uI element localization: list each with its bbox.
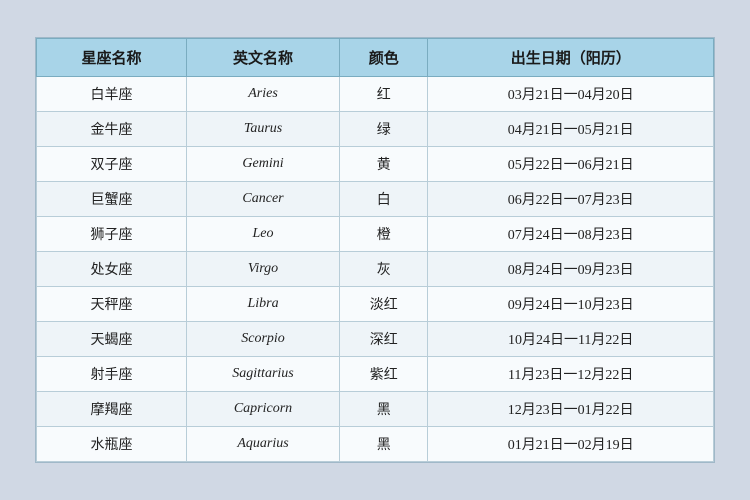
cell-dates: 03月21日一04月20日 bbox=[428, 77, 714, 112]
cell-dates: 09月24日一10月23日 bbox=[428, 287, 714, 322]
table-row: 处女座Virgo灰08月24日一09月23日 bbox=[37, 252, 714, 287]
cell-chinese-name: 天蝎座 bbox=[37, 322, 187, 357]
cell-english-name: Sagittarius bbox=[187, 357, 340, 392]
cell-dates: 04月21日一05月21日 bbox=[428, 112, 714, 147]
cell-english-name: Capricorn bbox=[187, 392, 340, 427]
zodiac-table: 星座名称 英文名称 颜色 出生日期（阳历） 白羊座Aries红03月21日一04… bbox=[36, 38, 714, 462]
cell-english-name: Aquarius bbox=[187, 427, 340, 462]
cell-color: 黑 bbox=[340, 392, 428, 427]
cell-chinese-name: 巨蟹座 bbox=[37, 182, 187, 217]
cell-english-name: Gemini bbox=[187, 147, 340, 182]
table-row: 金牛座Taurus绿04月21日一05月21日 bbox=[37, 112, 714, 147]
header-dates: 出生日期（阳历） bbox=[428, 39, 714, 77]
cell-color: 黄 bbox=[340, 147, 428, 182]
cell-dates: 11月23日一12月22日 bbox=[428, 357, 714, 392]
cell-chinese-name: 天秤座 bbox=[37, 287, 187, 322]
cell-color: 淡红 bbox=[340, 287, 428, 322]
cell-color: 紫红 bbox=[340, 357, 428, 392]
table-row: 狮子座Leo橙07月24日一08月23日 bbox=[37, 217, 714, 252]
header-english-name: 英文名称 bbox=[187, 39, 340, 77]
cell-dates: 12月23日一01月22日 bbox=[428, 392, 714, 427]
cell-english-name: Libra bbox=[187, 287, 340, 322]
cell-english-name: Virgo bbox=[187, 252, 340, 287]
cell-color: 灰 bbox=[340, 252, 428, 287]
cell-dates: 01月21日一02月19日 bbox=[428, 427, 714, 462]
table-row: 巨蟹座Cancer白06月22日一07月23日 bbox=[37, 182, 714, 217]
cell-chinese-name: 狮子座 bbox=[37, 217, 187, 252]
table-row: 天秤座Libra淡红09月24日一10月23日 bbox=[37, 287, 714, 322]
cell-chinese-name: 摩羯座 bbox=[37, 392, 187, 427]
table-row: 白羊座Aries红03月21日一04月20日 bbox=[37, 77, 714, 112]
cell-english-name: Leo bbox=[187, 217, 340, 252]
cell-color: 橙 bbox=[340, 217, 428, 252]
cell-chinese-name: 金牛座 bbox=[37, 112, 187, 147]
table-body: 白羊座Aries红03月21日一04月20日金牛座Taurus绿04月21日一0… bbox=[37, 77, 714, 462]
cell-english-name: Scorpio bbox=[187, 322, 340, 357]
cell-english-name: Aries bbox=[187, 77, 340, 112]
cell-dates: 07月24日一08月23日 bbox=[428, 217, 714, 252]
cell-english-name: Cancer bbox=[187, 182, 340, 217]
cell-chinese-name: 射手座 bbox=[37, 357, 187, 392]
cell-dates: 10月24日一11月22日 bbox=[428, 322, 714, 357]
table-header-row: 星座名称 英文名称 颜色 出生日期（阳历） bbox=[37, 39, 714, 77]
table-row: 水瓶座Aquarius黑01月21日一02月19日 bbox=[37, 427, 714, 462]
cell-chinese-name: 水瓶座 bbox=[37, 427, 187, 462]
table-row: 摩羯座Capricorn黑12月23日一01月22日 bbox=[37, 392, 714, 427]
cell-dates: 08月24日一09月23日 bbox=[428, 252, 714, 287]
cell-color: 黑 bbox=[340, 427, 428, 462]
table-row: 射手座Sagittarius紫红11月23日一12月22日 bbox=[37, 357, 714, 392]
cell-dates: 05月22日一06月21日 bbox=[428, 147, 714, 182]
cell-chinese-name: 双子座 bbox=[37, 147, 187, 182]
cell-chinese-name: 白羊座 bbox=[37, 77, 187, 112]
cell-color: 深红 bbox=[340, 322, 428, 357]
header-chinese-name: 星座名称 bbox=[37, 39, 187, 77]
cell-chinese-name: 处女座 bbox=[37, 252, 187, 287]
header-color: 颜色 bbox=[340, 39, 428, 77]
cell-color: 白 bbox=[340, 182, 428, 217]
zodiac-table-container: 星座名称 英文名称 颜色 出生日期（阳历） 白羊座Aries红03月21日一04… bbox=[35, 37, 715, 463]
cell-dates: 06月22日一07月23日 bbox=[428, 182, 714, 217]
table-row: 天蝎座Scorpio深红10月24日一11月22日 bbox=[37, 322, 714, 357]
table-row: 双子座Gemini黄05月22日一06月21日 bbox=[37, 147, 714, 182]
cell-english-name: Taurus bbox=[187, 112, 340, 147]
cell-color: 红 bbox=[340, 77, 428, 112]
cell-color: 绿 bbox=[340, 112, 428, 147]
